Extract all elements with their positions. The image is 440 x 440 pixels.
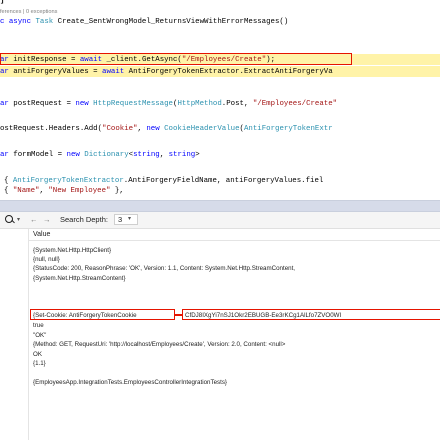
watch-toolbar: ▾ ← → Search Depth: 3 ▾ [0, 212, 440, 229]
watch-row-value[interactable]: {EmployeesApp.IntegrationTests.Employees… [33, 378, 227, 387]
watch-row-value[interactable]: true [33, 321, 44, 330]
watch-row-value[interactable]: OK [33, 350, 42, 359]
watch-row-value[interactable]: {null, null} [33, 255, 60, 264]
code-editor[interactable]: ] ferences | 0 exceptions c async Task C… [0, 0, 440, 200]
watch-row-value[interactable]: {Method: GET, RequestUri: 'http://localh… [33, 340, 285, 349]
code-line-name-entry[interactable]: { "Name", "New Employee" }, [4, 186, 124, 196]
highlight-box-cookie-value [182, 309, 440, 320]
watch-row-value[interactable]: "OK" [33, 331, 46, 340]
code-line-form-model[interactable]: ar formModel = new Dictionary<string, st… [0, 150, 200, 160]
code-line-method-signature: c async Task Create_SentWrongModel_Retur… [0, 18, 289, 26]
search-depth-value: 3 [118, 215, 123, 224]
codelens-references[interactable]: ferences | 0 exceptions [0, 9, 57, 15]
search-depth-label: Search Depth: [60, 215, 108, 224]
code-fragment: ] [0, 0, 5, 5]
search-icon[interactable] [5, 215, 15, 224]
highlight-connector [175, 314, 182, 316]
value-column-header[interactable]: Value [29, 229, 440, 241]
back-arrow-icon[interactable]: ← [30, 215, 38, 225]
code-line-headers-add[interactable]: ostRequest.Headers.Add("Cookie", new Coo… [0, 124, 333, 134]
chevron-down-icon: ▾ [128, 216, 132, 222]
forward-arrow-icon[interactable]: → [43, 215, 51, 225]
code-line-post-request[interactable]: ar postRequest = new HttpRequestMessage(… [0, 99, 337, 109]
code-line-field-name[interactable]: { AntiForgeryTokenExtractor.AntiForgeryF… [4, 176, 323, 186]
search-depth-select[interactable]: 3 ▾ [114, 214, 138, 225]
name-column [0, 229, 29, 440]
chevron-down-icon[interactable]: ▾ [17, 215, 20, 225]
watch-grid[interactable]: Value [0, 229, 440, 440]
code-line-anti-forgery-values[interactable]: ar antiForgeryValues = await AntiForgery… [0, 67, 333, 77]
watch-row-value[interactable]: {System.Net.Http.StreamContent} [33, 274, 126, 283]
highlight-box-init-response [0, 53, 352, 65]
panel-splitter[interactable] [0, 200, 440, 212]
watch-row-value[interactable]: {System.Net.Http.HttpClient} [33, 246, 111, 255]
highlight-box-set-cookie [30, 309, 175, 320]
watch-row-value[interactable]: {1.1} [33, 359, 46, 368]
watch-row-value[interactable]: {StatusCode: 200, ReasonPhrase: 'OK', Ve… [33, 264, 295, 273]
